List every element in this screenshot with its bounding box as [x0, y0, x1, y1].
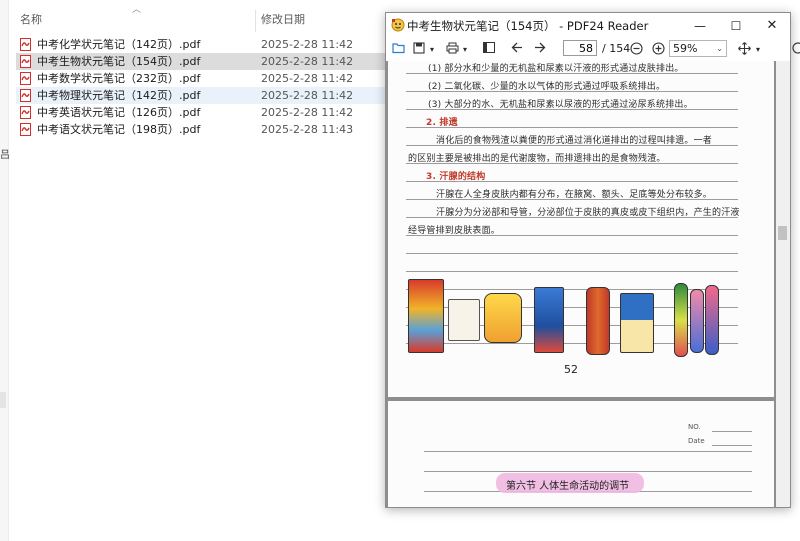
date-label: Date: [688, 437, 705, 445]
file-row[interactable]: 中考化学状元笔记（142页）.pdf 2025-2-28 11:42: [16, 36, 388, 53]
pdf-file-icon: [20, 72, 31, 85]
snack-drawing: [448, 299, 480, 341]
section-heading: 第六节 人体生命活动的调节: [506, 481, 630, 492]
file-row-selected[interactable]: 中考生物状元笔记（154页）.pdf 2025-2-28 11:42: [16, 53, 388, 70]
handwritten-heading: 2. 排遗: [426, 118, 458, 128]
move-dropdown-icon[interactable]: ▾: [754, 41, 762, 58]
handwritten-line: (1) 部分水和少量的无机盐和尿素以汗液的形式通过皮肤排出。: [428, 64, 684, 74]
snack-drawing: [408, 279, 444, 353]
snack-drawing: [705, 285, 719, 355]
ruled-line: [424, 451, 752, 452]
move-icon[interactable]: [736, 41, 752, 58]
file-name: 中考物理状元笔记（142页）.pdf: [37, 89, 201, 102]
zoom-select[interactable]: 59% ⌄: [669, 40, 727, 57]
save-icon[interactable]: [411, 41, 427, 58]
ruled-line: [424, 471, 752, 472]
scrollbar-thumb[interactable]: [778, 226, 787, 240]
column-header-name[interactable]: 名称: [20, 8, 250, 32]
snack-drawing: [690, 289, 704, 353]
file-name: 中考英语状元笔记（126页）.pdf: [37, 106, 201, 119]
back-arrow-icon[interactable]: [509, 41, 525, 58]
snack-drawing: [674, 283, 688, 357]
pdf-file-icon: [20, 123, 31, 136]
file-row[interactable]: 中考语文状元笔记（198页）.pdf 2025-2-28 11:43: [16, 121, 388, 138]
file-row-hover[interactable]: 中考物理状元笔记（142页）.pdf 2025-2-28 11:42: [16, 87, 388, 104]
file-name: 中考语文状元笔记（198页）.pdf: [37, 123, 201, 136]
handwritten-line: 汗腺分为分泌部和导管，分泌部位于皮肤的真皮或皮下组织内，产生的汗液: [436, 208, 740, 218]
file-date: 2025-2-28 11:42: [261, 38, 354, 51]
print-dropdown-icon[interactable]: ▾: [461, 41, 469, 58]
handwritten-line: 经导管排到皮肤表面。: [408, 226, 501, 236]
file-date: 2025-2-28 11:43: [261, 123, 354, 136]
maximize-button[interactable]: ☐: [718, 13, 754, 39]
notebook-page: (1) 部分水和少量的无机盐和尿素以汗液的形式通过皮肤排出。 (2) 二氧化碳、…: [388, 61, 774, 397]
pdf-file-icon: [20, 55, 31, 68]
chevron-down-icon: ⌄: [716, 44, 723, 53]
page-total: / 154: [602, 42, 631, 55]
window-title: 中考生物状元笔记（154页） - PDF24 Reader: [407, 19, 649, 33]
file-date: 2025-2-28 11:42: [261, 72, 354, 85]
file-name: 中考生物状元笔记（154页）.pdf: [37, 55, 201, 68]
minimize-button[interactable]: —: [682, 13, 718, 39]
handwritten-line: (2) 二氧化碳、少量的水以气体的形式通过呼吸系统排出。: [428, 82, 666, 92]
open-folder-icon[interactable]: [390, 41, 406, 58]
nav-pane-marker: [0, 392, 6, 408]
pdf-file-icon: [20, 106, 31, 119]
file-name: 中考数学状元笔记（232页）.pdf: [37, 72, 201, 85]
handwritten-line: 的区别主要是被排出的是代谢废物，而排遗排出的是食物残渣。: [408, 154, 666, 164]
navigation-pane-edge: 吕: [0, 0, 10, 541]
file-row[interactable]: 中考英语状元笔记（126页）.pdf 2025-2-28 11:42: [16, 104, 388, 121]
sidebar-icon[interactable]: [481, 41, 497, 58]
ruled-line: [406, 289, 738, 290]
snack-drawing: [534, 287, 564, 353]
ruled-line: [712, 431, 752, 432]
file-date: 2025-2-28 11:42: [261, 106, 354, 119]
notebook-page: NO. Date 第六节 人体生命活动的调节: [388, 401, 774, 507]
title-bar[interactable]: 中考生物状元笔记（154页） - PDF24 Reader — ☐ ✕: [386, 13, 790, 39]
page-number: 52: [564, 363, 578, 376]
column-divider[interactable]: [255, 10, 256, 32]
snack-drawing: [484, 293, 522, 343]
handwritten-line: 消化后的食物残渣以粪便的形式通过消化道排出的过程叫排遗。一者: [436, 136, 713, 146]
file-date: 2025-2-28 11:42: [261, 89, 354, 102]
pdf-file-icon: [20, 38, 31, 51]
print-icon[interactable]: [444, 41, 460, 58]
ruled-line: [406, 253, 738, 254]
forward-arrow-icon[interactable]: [532, 41, 548, 58]
page-number-input[interactable]: [563, 40, 597, 56]
file-name: 中考化学状元笔记（142页）.pdf: [37, 38, 201, 51]
snack-drawing: [620, 293, 654, 353]
ruled-line: [406, 343, 738, 344]
column-header-date[interactable]: 修改日期: [261, 8, 381, 32]
no-label: NO.: [688, 423, 701, 431]
snack-drawing: [586, 287, 610, 355]
document-viewer[interactable]: (1) 部分水和少量的无机盐和尿素以汗液的形式通过皮肤排出。 (2) 二氧化碳、…: [386, 61, 776, 507]
pdf-file-icon: [20, 89, 31, 102]
pdf24-app-icon: [391, 18, 405, 32]
vertical-scrollbar[interactable]: [776, 61, 790, 507]
handwritten-line: 汗腺在人全身皮肤内都有分布，在腋窝、额头、足底等处分布较多。: [436, 190, 713, 200]
file-date: 2025-2-28 11:42: [261, 55, 354, 68]
file-row[interactable]: 中考数学状元笔记（232页）.pdf 2025-2-28 11:42: [16, 70, 388, 87]
zoom-in-icon[interactable]: [650, 41, 666, 58]
pdf-reader-window: 中考生物状元笔记（154页） - PDF24 Reader — ☐ ✕ ▾ ▾: [385, 12, 791, 508]
ruled-line: [712, 445, 752, 446]
handwritten-line: (3) 大部分的水、无机盐和尿素以尿液的形式通过泌尿系统排出。: [428, 100, 693, 110]
zoom-out-icon[interactable]: [628, 41, 644, 58]
zoom-value: 59%: [673, 42, 698, 55]
save-dropdown-icon[interactable]: ▾: [428, 41, 436, 58]
handwritten-heading: 3. 汗腺的结构: [426, 172, 486, 182]
close-button[interactable]: ✕: [754, 13, 790, 39]
ruled-line: [406, 271, 738, 272]
nav-pane-glyph: 吕: [0, 150, 10, 161]
